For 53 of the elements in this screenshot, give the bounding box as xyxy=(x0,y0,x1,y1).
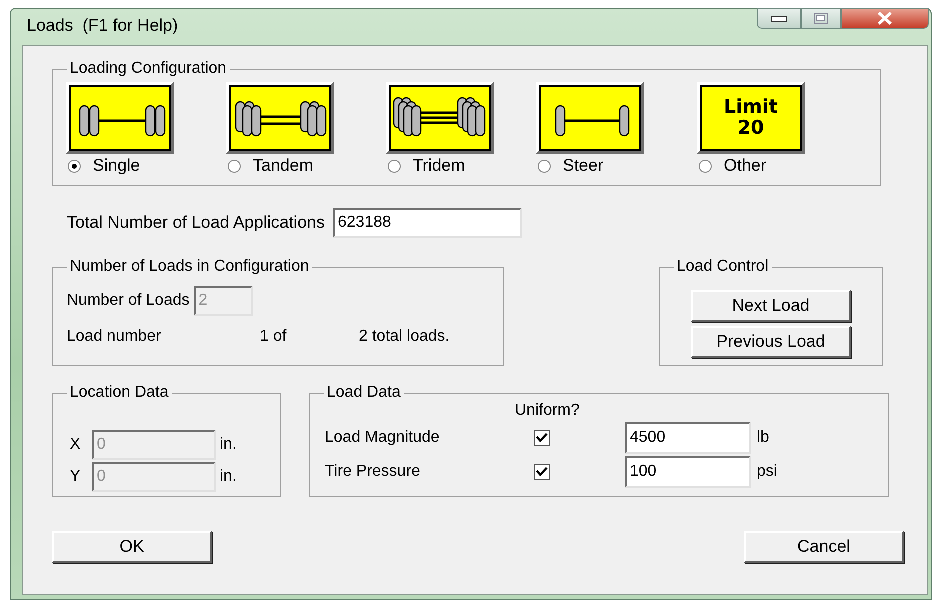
field-label: Total Number of Load Applications xyxy=(67,213,325,233)
radio-option[interactable]: Single xyxy=(68,156,140,176)
field-label: Number of Loads xyxy=(67,292,190,310)
radio-label: Tridem xyxy=(413,156,466,176)
check-icon xyxy=(536,467,548,477)
group-title: Number of Loads in Configuration xyxy=(69,258,310,276)
unit-label: in. xyxy=(220,436,238,454)
group-title: Load Control xyxy=(676,258,770,276)
column-header: Uniform? xyxy=(515,402,581,420)
dialog-button[interactable]: OK xyxy=(52,531,212,563)
input-field[interactable]: 100 xyxy=(625,456,751,488)
group-title: Loading Configuration xyxy=(69,60,228,78)
minimize-icon xyxy=(771,16,787,22)
close-icon xyxy=(877,12,893,25)
radio-option[interactable]: Tandem xyxy=(228,156,314,176)
unit-label: in. xyxy=(220,468,238,486)
axle-config-button[interactable] xyxy=(66,82,174,154)
group-title: Location Data xyxy=(69,384,170,402)
close-button[interactable] xyxy=(841,8,929,29)
group-title: Load Data xyxy=(326,384,402,402)
window-title: Loads (F1 for Help) xyxy=(27,16,178,36)
checkbox[interactable] xyxy=(534,464,550,480)
radio-label: Single xyxy=(93,156,140,176)
radio-option[interactable]: Other xyxy=(699,156,767,176)
axle-config-button[interactable]: Limit 20 xyxy=(697,82,805,154)
input-field[interactable]: 623188 xyxy=(333,208,522,238)
check-icon xyxy=(536,433,548,443)
maximize-icon xyxy=(814,13,828,24)
maximize-button[interactable] xyxy=(801,8,841,29)
load-nav-button[interactable]: Next Load xyxy=(691,290,851,322)
dialog-button[interactable]: Cancel xyxy=(744,531,904,563)
minimize-button[interactable] xyxy=(757,8,801,29)
field-label: Load Magnitude xyxy=(325,429,441,447)
field-label: Tire Pressure xyxy=(325,463,422,481)
radio-option[interactable]: Steer xyxy=(538,156,604,176)
radio-label: Steer xyxy=(563,156,604,176)
load-index: 1 of xyxy=(260,328,288,346)
input-field[interactable]: 4500 xyxy=(625,422,751,454)
field-label: X xyxy=(70,436,82,454)
field-label: Y xyxy=(70,468,82,486)
radio-label: Other xyxy=(724,156,767,176)
axle-config-button[interactable] xyxy=(226,82,334,154)
axle-config-button[interactable] xyxy=(386,82,494,154)
unit-label: psi xyxy=(757,463,778,481)
load-total: 2 total loads. xyxy=(359,328,450,346)
load-nav-button[interactable]: Previous Load xyxy=(691,326,851,358)
radio-option[interactable]: Tridem xyxy=(388,156,466,176)
field-label: Load number xyxy=(67,328,162,346)
limit-label: Limit 20 xyxy=(724,97,778,139)
axle-config-button[interactable] xyxy=(536,82,644,154)
unit-label: lb xyxy=(757,429,770,447)
checkbox[interactable] xyxy=(534,430,550,446)
radio-label: Tandem xyxy=(253,156,314,176)
